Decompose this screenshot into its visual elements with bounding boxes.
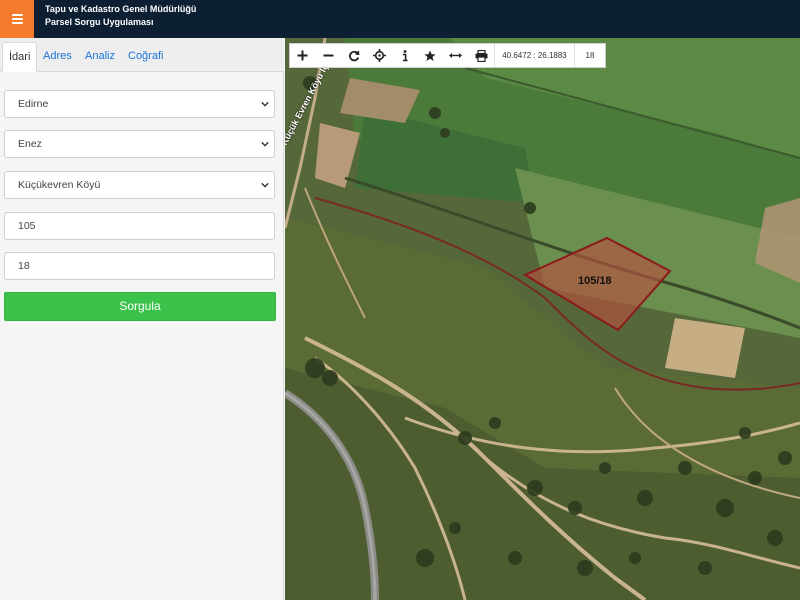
tab-cografi[interactable]: Coğrafi — [122, 42, 169, 72]
tab-idari[interactable]: İdari — [2, 42, 38, 72]
district-select[interactable]: Enez — [4, 130, 275, 158]
parcel-number-value: 18 — [18, 260, 30, 272]
menu-button[interactable] — [0, 0, 34, 38]
chevron-down-icon — [261, 182, 269, 188]
info-icon[interactable] — [392, 44, 418, 67]
province-select[interactable]: Edirne — [4, 90, 275, 118]
parcel-label: 105/18 — [578, 275, 612, 287]
tab-adres[interactable]: Adres — [37, 42, 78, 72]
coordinates-readout: 40.6472 : 26.1883 — [494, 44, 575, 67]
chevron-down-icon — [261, 101, 269, 107]
sidebar: İdari Adres Analiz Coğrafi Edirne Enez K… — [0, 38, 284, 600]
measure-icon[interactable] — [443, 44, 469, 67]
district-value: Enez — [18, 138, 42, 150]
header-titles: Tapu ve Kadastro Genel Müdürlüğü Parsel … — [45, 3, 196, 29]
zoom-in-icon[interactable] — [290, 44, 316, 67]
chevron-down-icon — [261, 141, 269, 147]
parcel-number-input[interactable]: 18 — [4, 252, 275, 280]
block-number-input[interactable]: 105 — [4, 212, 275, 240]
province-value: Edirne — [18, 98, 49, 110]
zoom-out-icon[interactable] — [316, 44, 342, 67]
block-number-value: 105 — [18, 220, 36, 232]
map-view[interactable]: Küçük Evren Köyü İç Yolu 105/18 40.6472 … — [285, 38, 800, 600]
map-toolbar: 40.6472 : 26.1883 18 — [289, 43, 606, 68]
tab-bar: İdari Adres Analiz Coğrafi — [0, 38, 284, 72]
org-title: Tapu ve Kadastro Genel Müdürlüğü — [45, 4, 197, 14]
hamburger-icon — [11, 12, 23, 26]
tab-analiz[interactable]: Analiz — [79, 42, 121, 72]
zoom-level-readout: 18 — [585, 51, 595, 60]
app-title: Parsel Sorgu Uygulaması — [45, 17, 154, 27]
app-header: Tapu ve Kadastro Genel Müdürlüğü Parsel … — [0, 0, 800, 38]
query-button[interactable]: Sorgula — [4, 292, 276, 321]
neighborhood-select[interactable]: Küçükevren Köyü — [4, 171, 275, 199]
print-icon[interactable] — [469, 44, 495, 67]
locate-icon[interactable] — [367, 44, 393, 67]
favorite-icon[interactable] — [418, 44, 444, 67]
satellite-imagery — [285, 38, 800, 600]
refresh-icon[interactable] — [341, 44, 367, 67]
neighborhood-value: Küçükevren Köyü — [18, 179, 101, 191]
